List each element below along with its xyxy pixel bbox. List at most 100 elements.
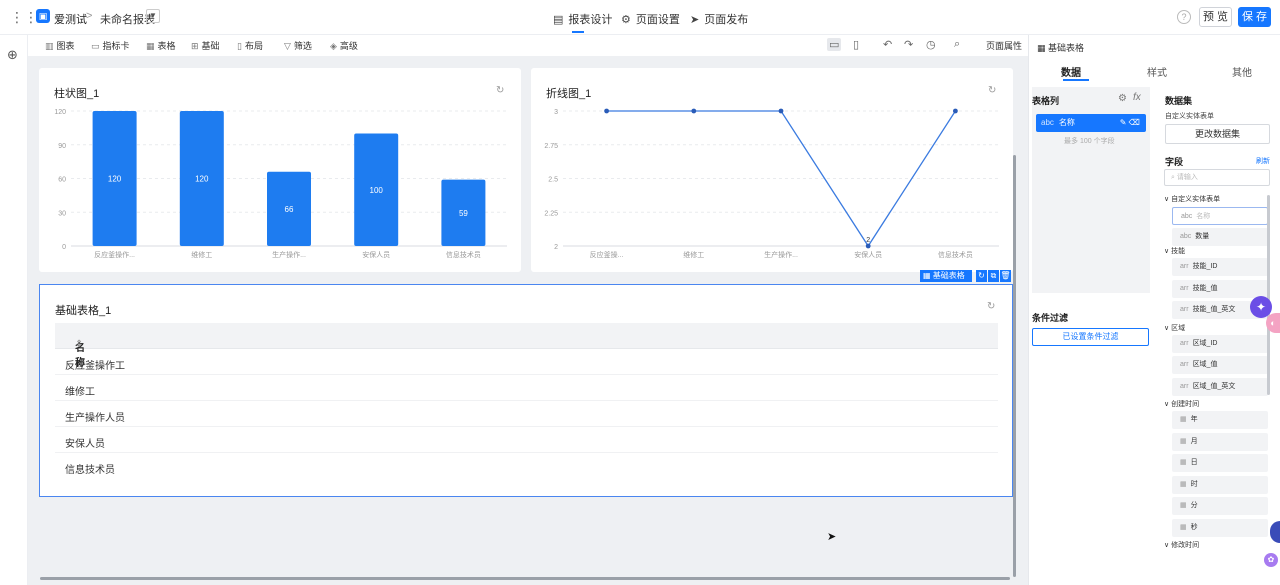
selected-component-label: 基础表格: [932, 271, 965, 280]
canvas-vertical-scrollbar[interactable]: [1013, 155, 1016, 577]
side-tab-icon[interactable]: ◐: [1266, 313, 1280, 333]
line-chart-plot: 2 2.25 2.5 2.75 3 反应釜操... 维修工 生产操作... 安保人员 信息技术员 2: [544, 108, 999, 259]
search-icon[interactable]: ⌕: [954, 38, 960, 51]
field-item[interactable]: ▦ 分: [1172, 497, 1268, 515]
toolbar-chart[interactable]: ▥ 图表: [45, 39, 75, 52]
mobile-view-icon[interactable]: ▯: [853, 38, 859, 51]
toolbar-kpi-card[interactable]: ▭ 指标卡: [91, 39, 130, 52]
panel-scrollbar[interactable]: [1267, 195, 1270, 395]
field-label: 分: [1190, 502, 1198, 509]
field-item[interactable]: arr 区域_值_英文: [1172, 377, 1268, 396]
tab-label: 页面设置: [635, 14, 680, 26]
tab-data[interactable]: 数据: [1061, 64, 1081, 79]
field-item[interactable]: ▦ 时: [1172, 475, 1268, 494]
toolbar-advanced[interactable]: ◈ 高级: [330, 39, 358, 52]
field-item[interactable]: arr 技能_值: [1172, 279, 1268, 298]
edit-icon[interactable]: ✎ ⌫: [1120, 114, 1140, 132]
field-label: 区域_ID: [1192, 339, 1218, 347]
filter-title: 条件过滤: [1032, 313, 1069, 323]
field-item[interactable]: arr 区域_值: [1172, 356, 1268, 374]
refresh-icon[interactable]: ↻: [976, 270, 987, 282]
toolbar-table[interactable]: ▦ 表格: [146, 39, 176, 52]
bar-value-label: 100: [370, 186, 384, 195]
field-item[interactable]: arr 区域_ID: [1172, 334, 1268, 353]
delete-icon[interactable]: 🗑: [1000, 270, 1011, 282]
selected-component-tag[interactable]: ▦ 基础表格: [920, 270, 972, 282]
change-dataset-button[interactable]: 更改数据集: [1165, 124, 1270, 144]
tree-group[interactable]: ∨ 技能: [1164, 246, 1185, 256]
columns-title: 表格列: [1032, 96, 1060, 106]
help-icon[interactable]: ?: [1177, 10, 1191, 24]
field-item[interactable]: abc 数量: [1172, 228, 1268, 246]
calendar-icon: ▦: [1180, 523, 1187, 531]
refresh-icon[interactable]: ↻: [987, 301, 995, 312]
history-icon[interactable]: ◷: [926, 38, 936, 51]
filter-button[interactable]: 已设置条件过滤: [1032, 328, 1149, 346]
tree-group[interactable]: ∨ 修改时间: [1164, 540, 1199, 550]
copy-icon[interactable]: ⧉: [988, 270, 999, 282]
tab-page-settings[interactable]: ⚙ 页面设置: [621, 11, 680, 27]
data-point: [604, 108, 609, 114]
field-type: arr: [1180, 339, 1189, 347]
preview-button[interactable]: 预 览: [1199, 7, 1232, 27]
redo-icon[interactable]: ↷: [904, 38, 913, 51]
desktop-view-icon[interactable]: ▭: [827, 38, 842, 51]
tree-group[interactable]: ∨ 区域: [1164, 323, 1185, 333]
calendar-icon: ▦: [1180, 502, 1187, 509]
x-tick-label: 维修工: [683, 250, 704, 259]
y-tick-label: 2: [554, 244, 558, 251]
bar-value-label: 120: [195, 175, 209, 184]
layers-icon: ◈: [330, 41, 337, 51]
panel-title: ▦ 基础表格: [1037, 41, 1084, 54]
field-search-input[interactable]: ⌕ 请输入: [1164, 169, 1270, 186]
undo-icon[interactable]: ↶: [883, 38, 892, 51]
globe-icon[interactable]: ⊕: [7, 47, 18, 63]
toolbar-basic[interactable]: ⊞ 基础: [191, 39, 220, 52]
field-item[interactable]: ▦ 年: [1172, 411, 1268, 429]
table-cell: 维修工: [65, 387, 95, 398]
calendar-icon: ▦: [1180, 480, 1187, 488]
save-button[interactable]: 保 存: [1238, 7, 1271, 27]
tree-root[interactable]: ∨ 自定义实体表单: [1164, 194, 1220, 204]
column-chip[interactable]: abc 名称 ✎ ⌫: [1036, 114, 1146, 132]
mouse-cursor-icon: ➤: [827, 531, 837, 543]
field-label: 年: [1190, 416, 1198, 423]
canvas-horizontal-scrollbar[interactable]: [40, 577, 1010, 580]
table-cell: 安保人员: [65, 439, 105, 450]
field-item[interactable]: ▦ 秒: [1172, 518, 1268, 537]
filter-icon: ▽: [284, 41, 291, 51]
app-logo: ▣: [36, 9, 50, 23]
formula-icon[interactable]: fx: [1133, 92, 1141, 103]
breadcrumb-separator: >: [86, 10, 93, 22]
field-item[interactable]: ▦ 月: [1172, 432, 1268, 451]
tab-page-publish[interactable]: ➤ 页面发布: [690, 11, 748, 27]
basic-table-card[interactable]: 基础表格_1 ↻ 名称 ⇕ 反应釜操作工 维修工 生产操作人员 安保人员 信息技…: [39, 284, 1013, 497]
chevron-down-icon[interactable]: ▼: [146, 9, 160, 23]
line-chart-card[interactable]: 折线图_1 ↻ 2 2.25 2.5 2.75 3 反应釜操... 维修工 生产操作... 安保…: [531, 68, 1013, 272]
settings-icon[interactable]: ⚙: [1118, 93, 1127, 104]
table-cell: 信息技术员: [65, 465, 115, 476]
y-tick-label: 120: [54, 109, 66, 116]
bar-chart-card[interactable]: 柱状图_1 ↻ 0 30 60 90 120 120 反应釜操作... 120 维修工 66 生产操…: [39, 68, 521, 272]
y-tick-label: 60: [58, 177, 66, 184]
field-label: 技能_值_英文: [1192, 306, 1236, 313]
tree-group[interactable]: ∨ 创建时间: [1164, 399, 1199, 409]
tab-report-design[interactable]: ▤ 报表设计: [553, 11, 612, 27]
toolbar-layout[interactable]: ▯ 布局: [237, 39, 263, 52]
toolbar-filter[interactable]: ▽ 筛选: [284, 39, 312, 52]
app-name[interactable]: 爱测试: [54, 11, 87, 27]
apps-grid-icon[interactable]: ⋮⋮: [10, 10, 38, 24]
field-item[interactable]: ▦ 日: [1172, 454, 1268, 472]
page-properties-button[interactable]: 页面属性: [986, 39, 1022, 52]
data-point: [691, 108, 697, 114]
x-tick-label: 维修工: [191, 250, 212, 259]
refresh-link[interactable]: 刷新: [1256, 156, 1270, 166]
field-item[interactable]: abc 名称: [1172, 207, 1268, 225]
table-row: 维修工: [55, 375, 998, 401]
ai-icon[interactable]: ✿: [1264, 553, 1278, 567]
field-item[interactable]: arr 技能_ID: [1172, 258, 1268, 276]
field-type: arr: [1180, 263, 1189, 270]
calendar-icon: ▦: [1180, 459, 1187, 466]
tab-style[interactable]: 样式: [1147, 64, 1167, 79]
tab-other[interactable]: 其他: [1232, 64, 1252, 79]
